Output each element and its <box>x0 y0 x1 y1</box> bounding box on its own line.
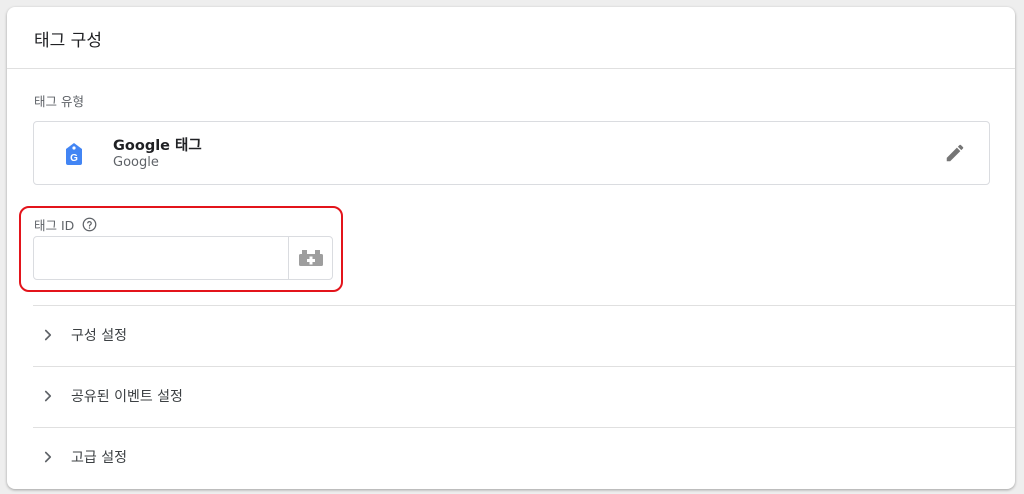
tag-id-field <box>33 236 333 280</box>
tag-type-vendor: Google <box>113 155 159 170</box>
svg-text:G: G <box>70 153 78 164</box>
variable-brick-icon <box>299 250 323 266</box>
tag-id-input[interactable] <box>34 237 288 279</box>
expander-label: 공유된 이벤트 설정 <box>71 389 183 405</box>
chevron-right-icon <box>44 329 52 341</box>
insert-variable-button[interactable] <box>288 237 333 279</box>
expander-shared-event-settings[interactable]: 공유된 이벤트 설정 <box>33 366 1015 426</box>
tag-configuration-card: 태그 구성 태그 유형 G Google 태그 Google 태그 ID 구성 … <box>7 7 1015 489</box>
google-tag-icon: G <box>66 143 82 165</box>
help-circle-icon[interactable] <box>82 217 97 232</box>
card-header: 태그 구성 <box>7 7 1015 69</box>
pencil-icon[interactable] <box>944 142 966 164</box>
expander-advanced-settings[interactable]: 고급 설정 <box>33 427 1015 487</box>
tag-id-label: 태그 ID <box>34 218 75 233</box>
card-title: 태그 구성 <box>34 31 102 51</box>
tag-type-label: 태그 유형 <box>34 94 84 109</box>
tag-type-selector[interactable]: G Google 태그 Google <box>33 121 990 185</box>
expander-config-settings[interactable]: 구성 설정 <box>33 305 1015 365</box>
expander-label: 고급 설정 <box>71 450 127 466</box>
expander-label: 구성 설정 <box>71 328 127 344</box>
tag-type-name: Google 태그 <box>113 138 202 154</box>
chevron-right-icon <box>44 451 52 463</box>
chevron-right-icon <box>44 390 52 402</box>
tag-id-label-row: 태그 ID <box>34 215 97 234</box>
